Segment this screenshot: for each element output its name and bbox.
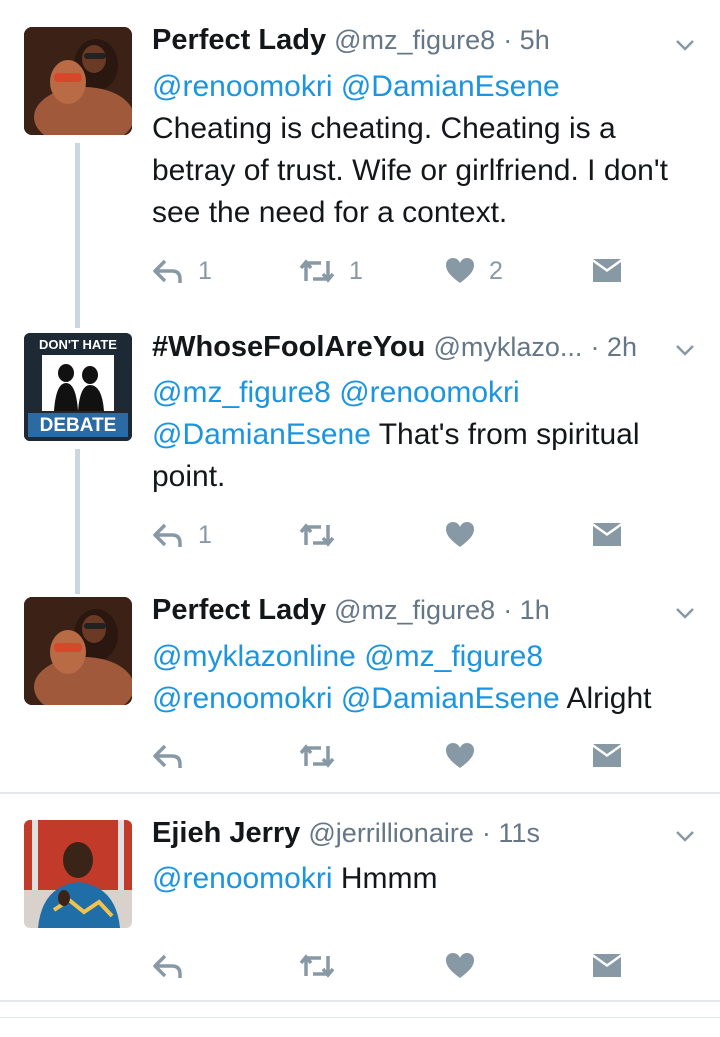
mentions[interactable]: @mz_figure8 @renoomokri [152, 376, 520, 409]
like-button[interactable] [445, 739, 475, 773]
tweet-body-cont: point. [152, 460, 226, 493]
reply-icon [153, 954, 182, 978]
direct-message-icon [593, 744, 621, 767]
display-name[interactable]: #WhoseFoolAreYou [152, 331, 425, 363]
user-handle[interactable]: @jerrillionaire [308, 818, 473, 848]
avatar-ejieh-jerry[interactable] [24, 820, 132, 928]
mentions[interactable]: @renoomokri @DamianEsene [152, 682, 560, 715]
tweet-text: @renoomokri @DamianEsene Cheating is che… [152, 66, 690, 234]
retweet-button[interactable]: 1 [299, 254, 363, 288]
like-button[interactable] [445, 518, 475, 552]
mentions[interactable]: @renoomokri [152, 862, 333, 895]
tweet-body: Alright [566, 682, 652, 715]
tweet-body: Hmmm [340, 862, 438, 895]
chevron-down-icon[interactable] [672, 337, 698, 363]
reply-button[interactable] [152, 949, 184, 983]
divider [0, 1000, 720, 1002]
avatar-bottom-text: DEBATE [39, 415, 117, 436]
retweet-icon [299, 259, 335, 283]
tweet-4[interactable]: Ejieh Jerry @jerrillionaire · 11s @renoo… [0, 795, 720, 1000]
retweet-button[interactable] [299, 739, 335, 773]
retweet-icon [299, 744, 335, 768]
display-name[interactable]: Ejieh Jerry [152, 817, 300, 849]
timestamp[interactable]: · 1h [503, 595, 550, 625]
timestamp[interactable]: · 11s [482, 818, 540, 848]
direct-message-icon [593, 954, 621, 977]
direct-message-button[interactable] [592, 949, 622, 983]
tweet-header: Perfect Lady @mz_figure8 · 1h [152, 592, 660, 628]
reply-icon [153, 259, 182, 283]
display-name[interactable]: Perfect Lady [152, 594, 326, 626]
avatar-perfect-lady[interactable] [24, 597, 132, 705]
like-button[interactable] [445, 949, 475, 983]
like-count: 2 [489, 256, 503, 285]
mention[interactable]: @DamianEsene [152, 418, 371, 451]
direct-message-button[interactable] [592, 739, 622, 773]
user-handle[interactable]: @mz_figure8 [334, 595, 495, 625]
tweet-header: Perfect Lady @mz_figure8 · 5h [152, 22, 660, 58]
tweet-1[interactable]: Perfect Lady @mz_figure8 · 5h @renoomokr… [0, 0, 720, 328]
chevron-down-icon[interactable] [672, 600, 698, 626]
tweet-text: @mz_figure8 @renoomokri @DamianEsene Tha… [152, 372, 690, 498]
direct-message-button[interactable] [592, 254, 622, 288]
tweet-3[interactable]: Perfect Lady @mz_figure8 · 1h @myklazonl… [0, 580, 720, 790]
retweet-icon [299, 523, 335, 547]
reply-button[interactable]: 1 [152, 518, 212, 552]
avatar-top-text: DON'T HATE [39, 337, 117, 352]
reply-count: 1 [198, 256, 212, 285]
display-name[interactable]: Perfect Lady [152, 24, 326, 56]
tweet-text: @myklazonline @mz_figure8 @renoomokri @D… [152, 636, 690, 720]
retweet-count: 1 [349, 256, 363, 285]
thread-line [75, 449, 80, 594]
tweet-body: Cheating is cheating. Cheating is a betr… [152, 112, 668, 229]
reply-button[interactable] [152, 739, 184, 773]
reply-icon [153, 744, 182, 768]
chevron-down-icon[interactable] [672, 823, 698, 849]
user-handle[interactable]: @myklazo... [433, 332, 582, 362]
direct-message-button[interactable] [592, 518, 622, 552]
chevron-down-icon[interactable] [672, 32, 698, 58]
tweet-actions: 1 [152, 518, 652, 552]
retweet-button[interactable] [299, 949, 335, 983]
timestamp[interactable]: · 5h [503, 25, 550, 55]
like-button[interactable]: 2 [445, 254, 503, 288]
like-icon [446, 258, 474, 283]
tweet-actions [152, 739, 652, 773]
tweet-body: That's from spiritual [378, 418, 640, 451]
retweet-icon [299, 954, 335, 978]
reply-count: 1 [198, 520, 212, 549]
divider [0, 1017, 720, 1018]
retweet-button[interactable] [299, 518, 335, 552]
tweet-text: @renoomokri Hmmm [152, 858, 690, 900]
reply-button[interactable]: 1 [152, 254, 212, 288]
direct-message-icon [593, 259, 621, 282]
direct-message-icon [593, 523, 621, 546]
tweet-header: Ejieh Jerry @jerrillionaire · 11s [152, 815, 660, 851]
reply-icon [153, 523, 182, 547]
tweet-actions: 1 1 2 [152, 254, 652, 288]
divider [0, 792, 720, 794]
avatar-dont-hate-debate[interactable]: DON'T HATE DEBATE [24, 333, 132, 441]
avatar-perfect-lady[interactable] [24, 27, 132, 135]
thread-line [75, 143, 80, 328]
like-icon [446, 953, 474, 978]
timestamp[interactable]: · 2h [590, 332, 637, 362]
user-handle[interactable]: @mz_figure8 [334, 25, 495, 55]
like-icon [446, 522, 474, 547]
tweet-2[interactable]: DON'T HATE DEBATE #WhoseFoolAreYou @mykl… [0, 315, 720, 594]
tweet-header: #WhoseFoolAreYou @myklazo... · 2h [152, 329, 660, 365]
mentions[interactable]: @renoomokri @DamianEsene [152, 70, 560, 103]
tweet-actions [152, 949, 652, 983]
mentions[interactable]: @myklazonline @mz_figure8 [152, 640, 543, 673]
like-icon [446, 743, 474, 768]
